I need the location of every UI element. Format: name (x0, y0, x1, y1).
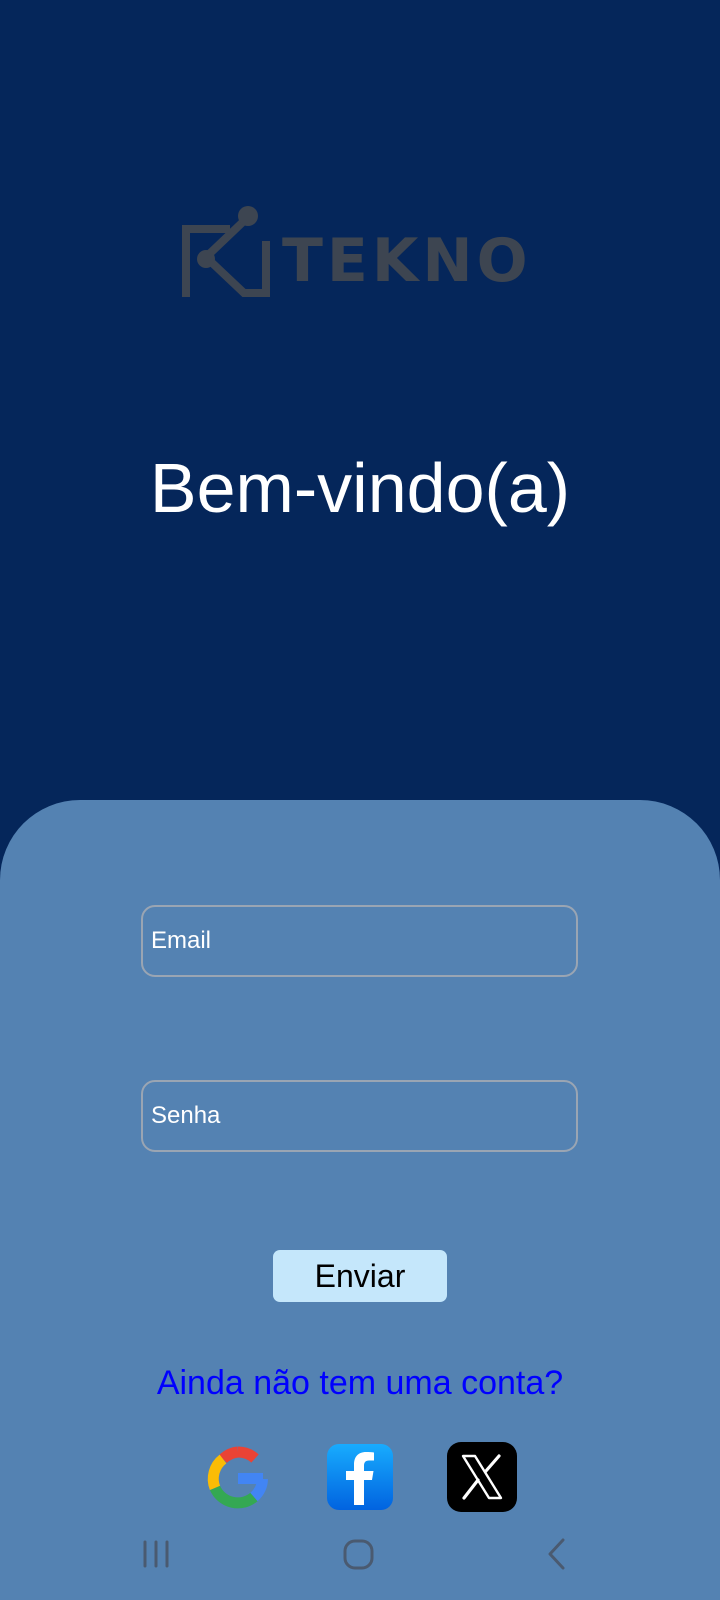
login-panel: Enviar Ainda não tem uma conta? (0, 800, 720, 1600)
email-input[interactable] (143, 907, 576, 975)
recent-apps-icon (143, 1540, 169, 1568)
back-icon (548, 1538, 565, 1570)
back-button[interactable] (530, 1530, 590, 1580)
google-icon (207, 1446, 268, 1509)
x-login-button[interactable] (447, 1442, 517, 1512)
system-navigation-bar (0, 1530, 720, 1580)
signup-link[interactable]: Ainda não tem uma conta? (0, 1358, 720, 1408)
facebook-login-button[interactable] (325, 1442, 395, 1512)
password-input[interactable] (143, 1082, 576, 1150)
recent-apps-button[interactable] (128, 1530, 188, 1580)
facebook-icon (327, 1444, 393, 1510)
circuit-n-logo-icon (182, 206, 270, 297)
submit-button[interactable]: Enviar (273, 1250, 447, 1302)
password-field[interactable] (141, 1080, 578, 1152)
x-icon (447, 1442, 517, 1512)
home-button[interactable] (329, 1530, 389, 1580)
welcome-title: Bem-vindo(a) (149, 449, 571, 527)
login-screen: TEKNO Bem-vindo(a) Enviar Ainda não tem … (0, 0, 720, 1600)
google-login-button[interactable] (203, 1442, 273, 1512)
home-icon (343, 1539, 374, 1570)
brand-name: TEKNO (282, 226, 532, 296)
brand-logo: TEKNO (182, 205, 542, 297)
email-field[interactable] (141, 905, 578, 977)
